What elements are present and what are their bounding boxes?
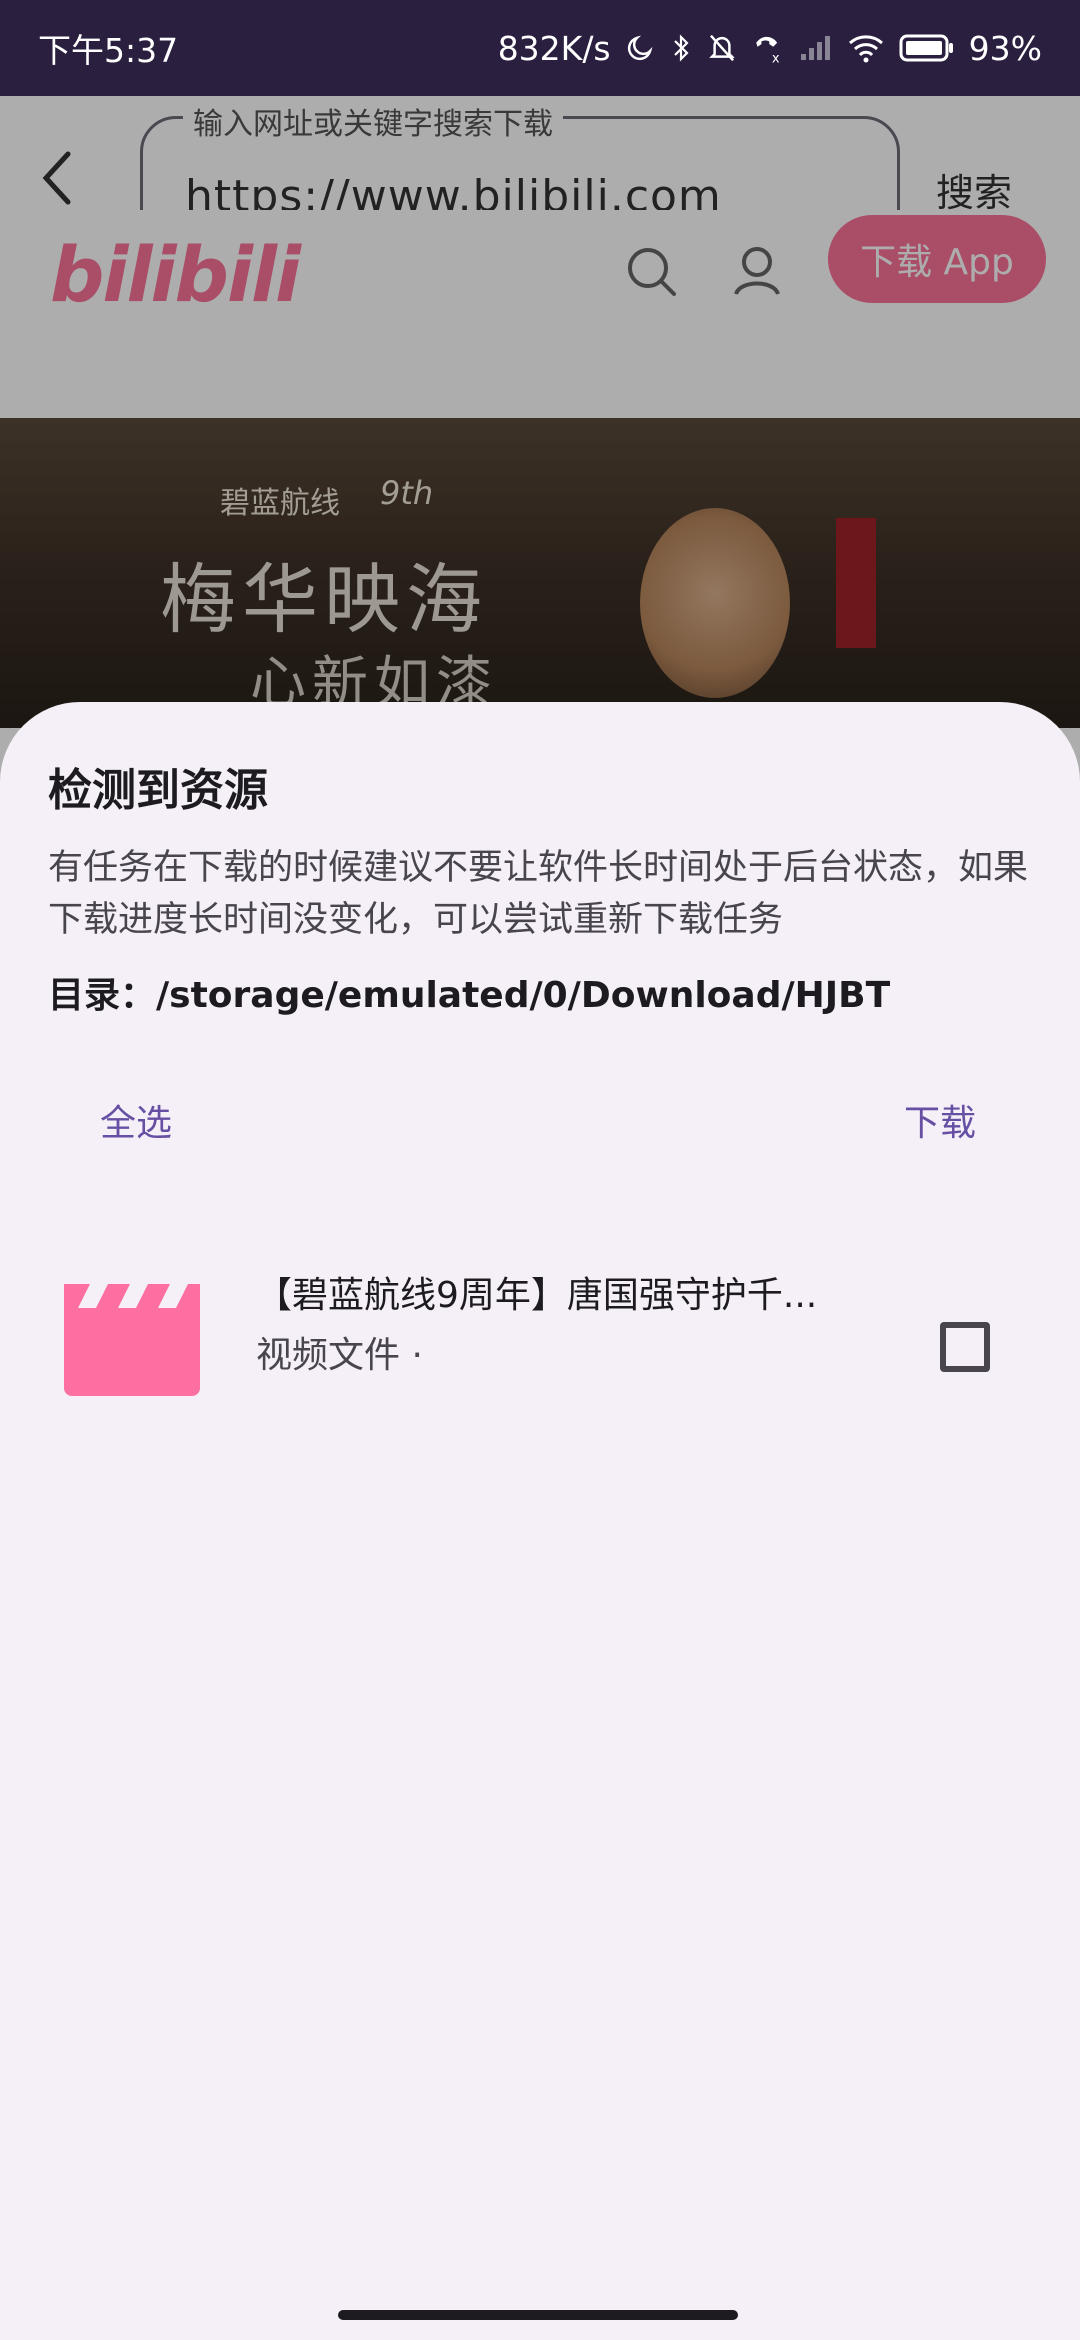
mute-bell-icon [707, 32, 737, 64]
bluetooth-icon [669, 32, 693, 64]
moon-icon [625, 33, 655, 63]
sheet-title: 检测到资源 [48, 765, 268, 816]
resource-list-item[interactable]: 【碧蓝航线9周年】唐国强守护千... 视频文件 · [0, 1242, 1080, 1412]
resource-bottom-sheet: 检测到资源 有任务在下载的时候建议不要让软件长时间处于后台状态，如果下载进度长时… [0, 702, 1080, 2340]
wifi-icon [847, 33, 885, 63]
battery-level: 93% [968, 28, 1042, 68]
battery-icon [899, 33, 955, 63]
status-icons: 832K/s x 93% [498, 29, 1042, 68]
resource-title: 【碧蓝航线9周年】唐国强守护千... [256, 1275, 818, 1316]
sheet-description: 有任务在下载的时候建议不要让软件长时间处于后台状态，如果下载进度长时间没变化，可… [48, 848, 1029, 940]
home-indicator[interactable] [338, 2310, 738, 2320]
resource-type: 视频文件 · [256, 1335, 423, 1376]
resource-checkbox[interactable] [940, 1322, 990, 1372]
svg-text:x: x [772, 51, 780, 64]
download-directory: 目录：/storage/emulated/0/Download/HJBT [48, 975, 891, 1016]
status-time: 下午5:37 [38, 31, 179, 70]
net-speed: 832K/s [497, 28, 611, 68]
select-all-button[interactable]: 全选 [100, 1094, 172, 1146]
signal-icon [799, 34, 833, 62]
video-clapper-icon [60, 1278, 204, 1398]
download-button[interactable]: 下载 [904, 1094, 976, 1146]
status-bar: 下午5:37 832K/s x 93% [0, 0, 1080, 96]
call-off-icon: x [751, 32, 785, 64]
